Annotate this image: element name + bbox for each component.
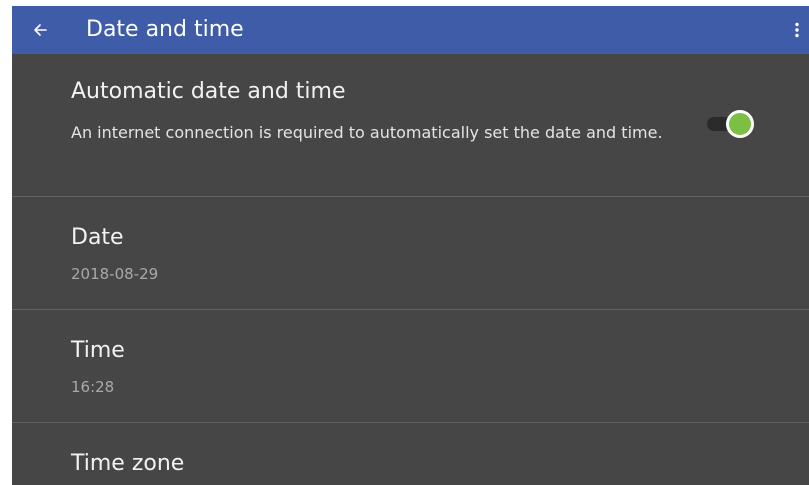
setting-title: Time — [71, 338, 125, 363]
page-title: Date and time — [86, 17, 244, 42]
date-value: 2018-08-29 — [71, 265, 159, 283]
more-vert-icon — [795, 22, 799, 38]
setting-time[interactable]: Time 16:28 — [12, 310, 809, 423]
setting-title: Automatic date and time — [71, 79, 346, 104]
overflow-menu-button[interactable] — [785, 12, 809, 48]
setting-description: An internet connection is required to au… — [71, 123, 663, 142]
setting-title: Date — [71, 225, 124, 250]
arrow-back-icon — [34, 24, 47, 36]
automatic-date-time-toggle[interactable] — [704, 109, 756, 139]
app-bar: Date and time — [12, 6, 809, 54]
setting-title: Time zone — [71, 451, 185, 476]
setting-date[interactable]: Date 2018-08-29 — [12, 197, 809, 310]
setting-time-zone[interactable]: Time zone — [12, 423, 809, 485]
time-value: 16:28 — [71, 378, 115, 396]
setting-automatic-date-time[interactable]: Automatic date and time An internet conn… — [12, 54, 809, 197]
back-button[interactable] — [22, 12, 58, 48]
settings-screen: Date and time Automatic date and time An… — [12, 6, 809, 485]
toggle-thumb — [726, 110, 754, 138]
